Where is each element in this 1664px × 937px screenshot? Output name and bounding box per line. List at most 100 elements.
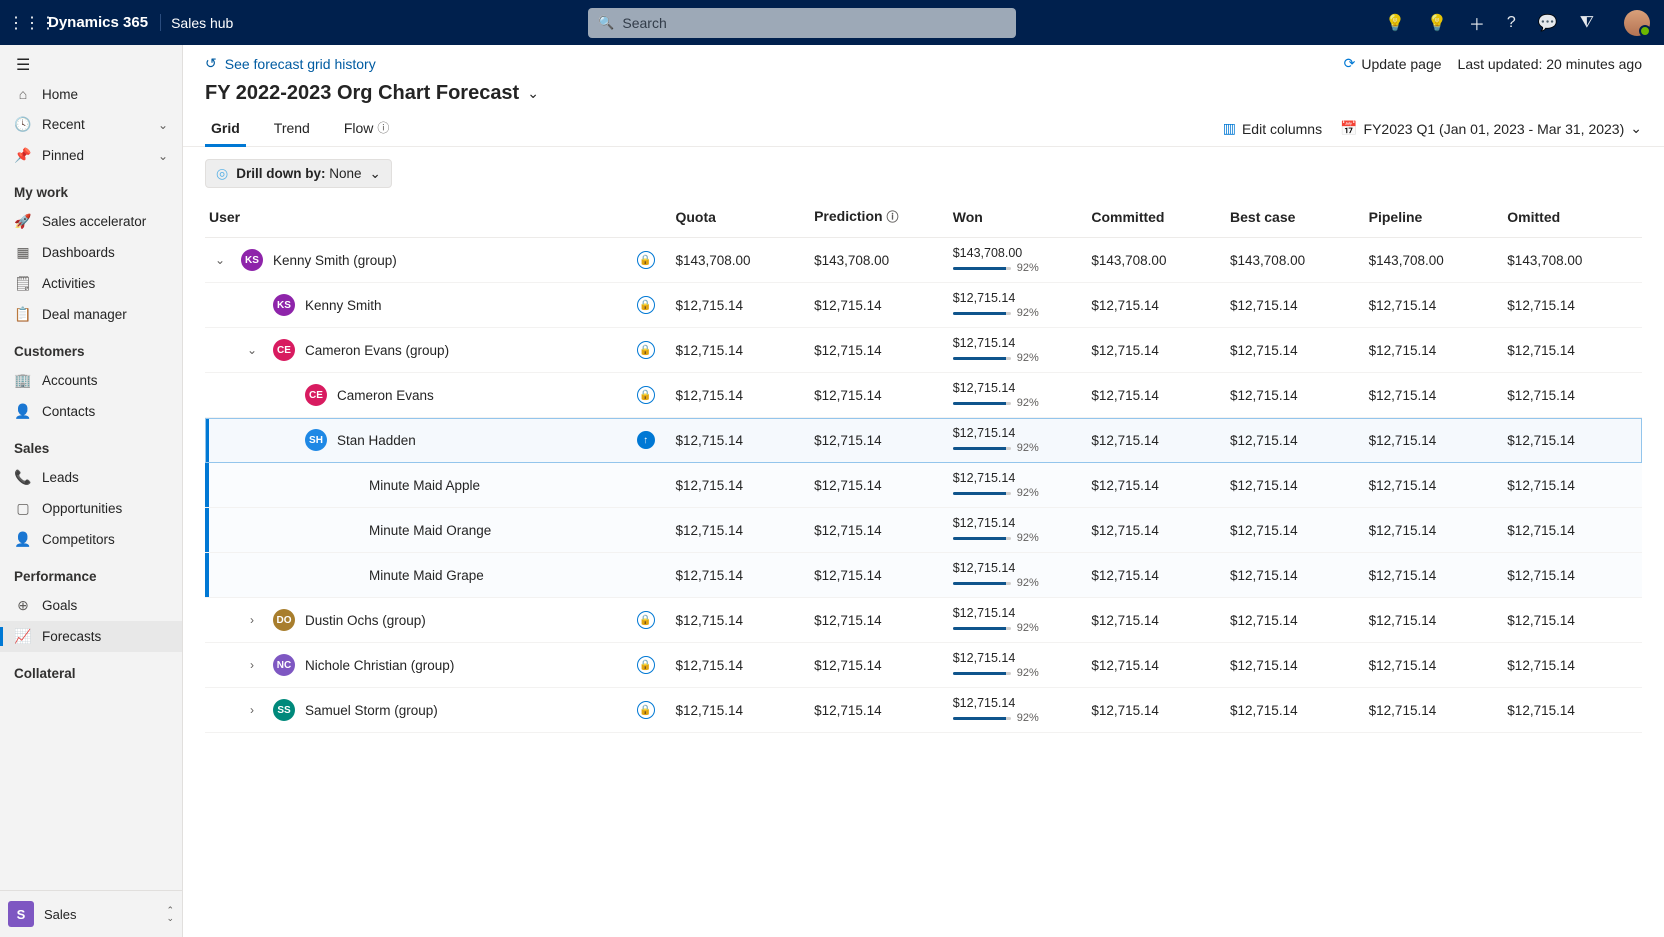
cell-omitted: $12,715.14 (1503, 328, 1642, 373)
table-row[interactable]: ⌄CECameron Evans (group) 🔒 $12,715.14 $1… (205, 328, 1642, 373)
nav-recent[interactable]: 🕓Recent⌄ (0, 109, 182, 140)
sidebar-item[interactable]: 👤Contacts (0, 396, 182, 427)
table-row[interactable]: Minute Maid Apple $12,715.14 $12,715.14 … (205, 463, 1642, 508)
expand-icon[interactable]: › (241, 703, 263, 717)
period-selector[interactable]: 📅FY2023 Q1 (Jan 01, 2023 - Mar 31, 2023)… (1340, 120, 1642, 137)
cell-committed: $12,715.14 (1087, 373, 1226, 418)
expand-icon[interactable]: ⌄ (209, 253, 231, 267)
app-launcher-icon[interactable]: ⋮⋮⋮ (8, 13, 48, 33)
assistant-icon[interactable]: 💡 (1427, 13, 1447, 33)
nav-label: Dashboards (42, 245, 115, 260)
sidebar-section-title: Collateral (0, 652, 182, 687)
table-row[interactable]: ⌄KSKenny Smith (group) 🔒 $143,708.00 $14… (205, 238, 1642, 283)
cell-quota: $12,715.14 (671, 508, 810, 553)
table-row[interactable]: KSKenny Smith 🔒 $12,715.14 $12,715.14 $1… (205, 283, 1642, 328)
clock-icon: 🕓 (14, 116, 32, 133)
column-header[interactable]: Pipeline (1365, 198, 1504, 238)
table-row[interactable]: ›NCNichole Christian (group) 🔒 $12,715.1… (205, 643, 1642, 688)
table-row[interactable]: ›SSSamuel Storm (group) 🔒 $12,715.14 $12… (205, 688, 1642, 733)
lock-icon[interactable]: 🔒 (637, 386, 655, 404)
nav-icon: 🚀 (14, 213, 32, 230)
chat-icon[interactable]: 💬 (1538, 13, 1558, 33)
sidebar-item[interactable]: 📈Forecasts (0, 621, 182, 652)
cell-bestcase: $12,715.14 (1226, 508, 1365, 553)
tab-grid[interactable]: Grid (205, 112, 246, 146)
cell-quota: $12,715.14 (671, 328, 810, 373)
add-icon[interactable]: ＋ (1469, 11, 1485, 35)
column-header[interactable] (633, 198, 672, 238)
cell-quota: $12,715.14 (671, 418, 810, 463)
update-page-button[interactable]: ⟳ Update page (1344, 55, 1442, 72)
edit-columns-button[interactable]: ▥Edit columns (1223, 120, 1322, 137)
cell-pipeline: $12,715.14 (1365, 418, 1504, 463)
row-name: Dustin Ochs (group) (305, 613, 426, 628)
sidebar-item[interactable]: 🗒Activities (0, 268, 182, 299)
columns-icon: ▥ (1223, 120, 1236, 137)
table-row[interactable]: Minute Maid Grape $12,715.14 $12,715.14 … (205, 553, 1642, 598)
sidebar-item[interactable]: 📋Deal manager (0, 299, 182, 330)
column-header[interactable]: Prediction ⓘ (810, 198, 949, 238)
tab-trend[interactable]: Trend (268, 112, 316, 146)
column-header[interactable]: Won (949, 198, 1088, 238)
lock-icon[interactable]: 🔒 (637, 296, 655, 314)
cell-omitted: $12,715.14 (1503, 463, 1642, 508)
global-search[interactable]: 🔍 (588, 8, 1016, 38)
expand-icon[interactable]: › (241, 613, 263, 627)
row-name: Kenny Smith (group) (273, 253, 397, 268)
cell-bestcase: $12,715.14 (1226, 373, 1365, 418)
cell-pipeline: $143,708.00 (1365, 238, 1504, 283)
row-name: Cameron Evans (337, 388, 434, 403)
cell-pipeline: $12,715.14 (1365, 598, 1504, 643)
search-input[interactable] (622, 15, 1006, 31)
history-link[interactable]: ↺ See forecast grid history (205, 55, 376, 72)
sidebar-item[interactable]: ▢Opportunities (0, 493, 182, 524)
sidebar-item[interactable]: ⊕Goals (0, 590, 182, 621)
nav-pinned[interactable]: 📌Pinned⌄ (0, 140, 182, 171)
hamburger-icon[interactable]: ☰ (16, 57, 30, 74)
column-header[interactable]: Committed (1087, 198, 1226, 238)
lightbulb-icon[interactable]: 💡 (1385, 13, 1405, 33)
nav-home[interactable]: ⌂Home (0, 79, 182, 109)
area-switcher[interactable]: S Sales ⌃⌄ (0, 890, 182, 937)
main-content: ↺ See forecast grid history ⟳ Update pag… (183, 45, 1664, 937)
sidebar-item[interactable]: 🚀Sales accelerator (0, 206, 182, 237)
column-header[interactable]: Quota (671, 198, 810, 238)
sidebar-item[interactable]: ▦Dashboards (0, 237, 182, 268)
history-label: See forecast grid history (225, 56, 376, 72)
sidebar-section-title: Sales (0, 427, 182, 462)
page-title-row[interactable]: FY 2022-2023 Org Chart Forecast ⌄ (183, 78, 1664, 111)
user-avatar: NC (273, 654, 295, 676)
lock-icon[interactable]: 🔒 (637, 341, 655, 359)
column-header[interactable]: Best case (1226, 198, 1365, 238)
help-icon[interactable]: ? (1507, 14, 1516, 32)
cell-quota: $12,715.14 (671, 598, 810, 643)
table-row[interactable]: SHStan Hadden ↑ $12,715.14 $12,715.14 $1… (205, 418, 1642, 463)
lock-icon[interactable]: 🔒 (637, 701, 655, 719)
cell-bestcase: $12,715.14 (1226, 463, 1365, 508)
column-header[interactable]: Omitted (1503, 198, 1642, 238)
expand-icon[interactable]: ⌄ (241, 343, 263, 357)
lock-icon[interactable]: 🔒 (637, 656, 655, 674)
tab-flow[interactable]: Flowⓘ (338, 111, 396, 146)
app-subtitle: Sales hub (171, 15, 233, 31)
lock-icon[interactable]: 🔒 (637, 611, 655, 629)
upload-icon[interactable]: ↑ (637, 431, 655, 449)
tab-label: Flow (344, 120, 374, 136)
table-row[interactable]: ›DODustin Ochs (group) 🔒 $12,715.14 $12,… (205, 598, 1642, 643)
table-row[interactable]: Minute Maid Orange $12,715.14 $12,715.14… (205, 508, 1642, 553)
user-avatar[interactable] (1624, 10, 1650, 36)
cell-committed: $12,715.14 (1087, 463, 1226, 508)
lock-icon[interactable]: 🔒 (637, 251, 655, 269)
expand-icon[interactable]: › (241, 658, 263, 672)
sidebar-item[interactable]: 🏢Accounts (0, 365, 182, 396)
table-row[interactable]: CECameron Evans 🔒 $12,715.14 $12,715.14 … (205, 373, 1642, 418)
cell-won: $12,715.1492% (953, 291, 1084, 319)
sidebar-item[interactable]: 📞Leads (0, 462, 182, 493)
cell-omitted: $143,708.00 (1503, 238, 1642, 283)
chevron-down-icon: ⌄ (527, 85, 539, 102)
drilldown-selector[interactable]: ◎ Drill down by: None ⌄ (205, 159, 392, 188)
filter-icon[interactable]: ⧨ (1580, 14, 1594, 32)
cell-omitted: $12,715.14 (1503, 283, 1642, 328)
sidebar-item[interactable]: 👤Competitors (0, 524, 182, 555)
column-header[interactable]: User (205, 198, 633, 238)
